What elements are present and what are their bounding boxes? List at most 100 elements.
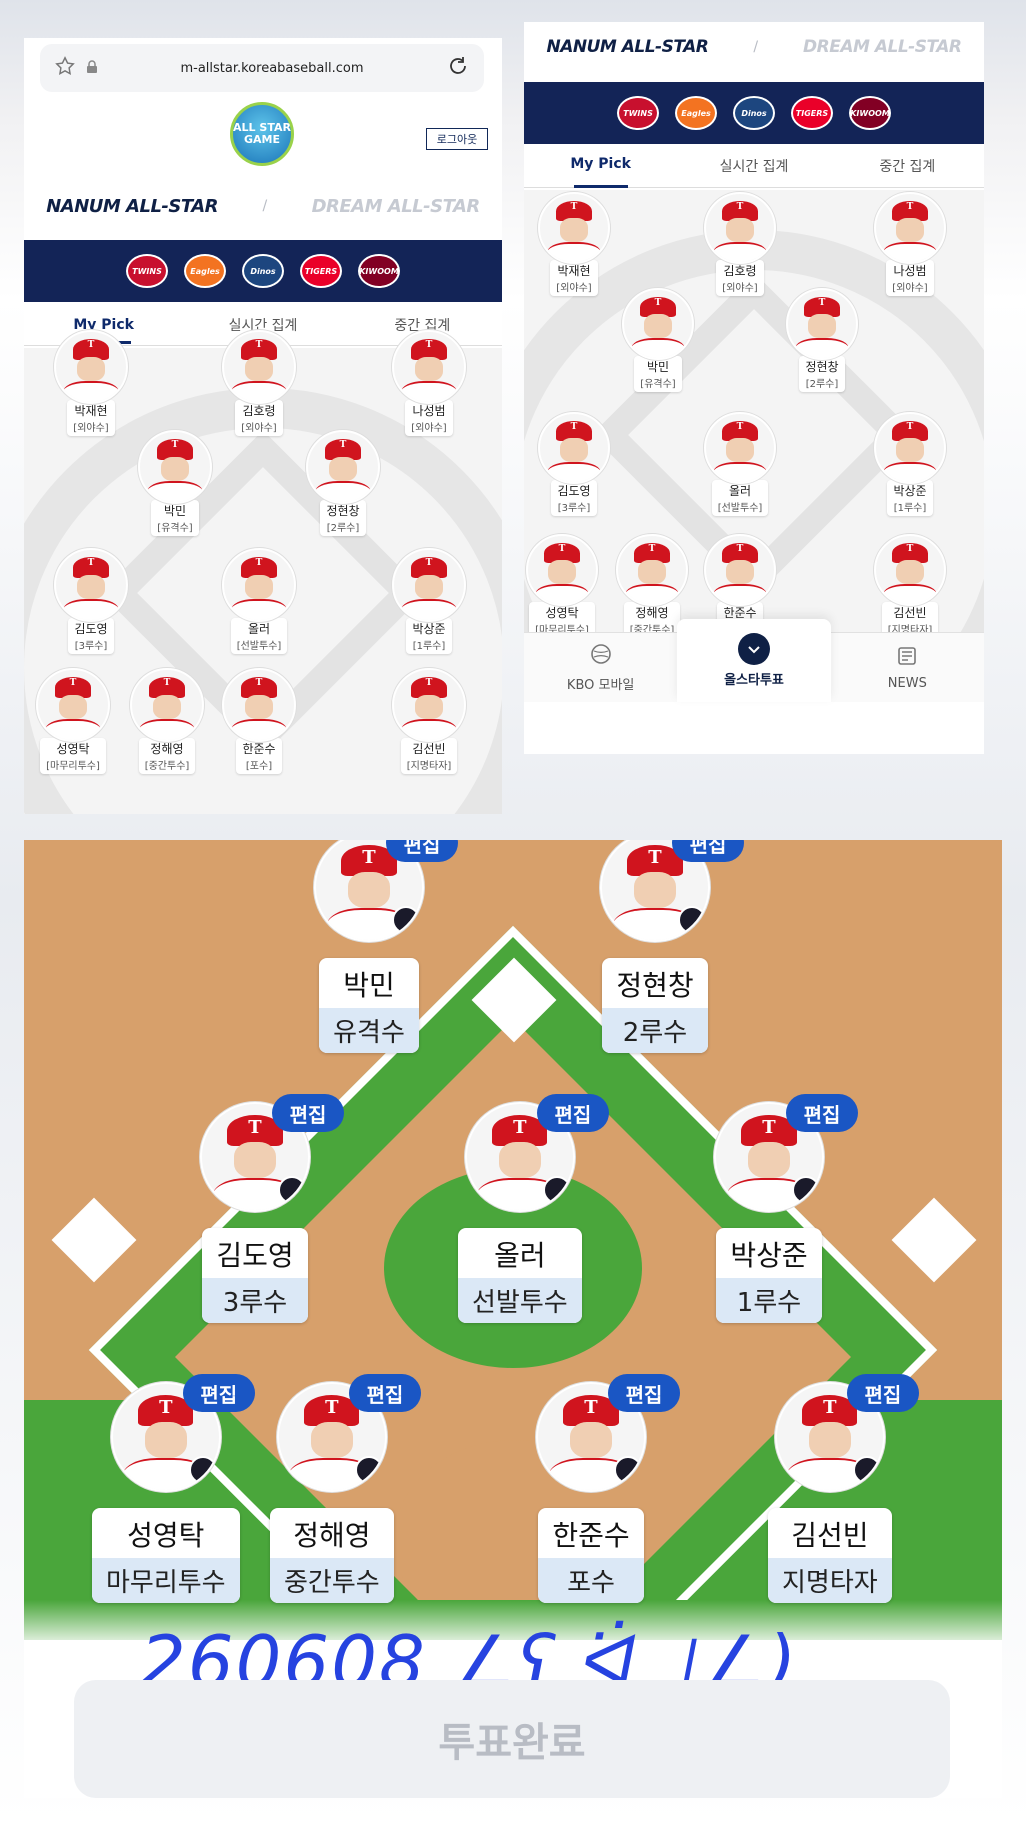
player-card[interactable]: 올러 [선발투수] (704, 412, 776, 516)
lineup-player[interactable]: 편집김도영 3루수 (200, 1094, 344, 1323)
player-card[interactable]: 김호령 [외야수] (704, 192, 776, 296)
player-avatar[interactable] (786, 288, 858, 360)
player-card[interactable]: 김도영 [3루수] (538, 412, 610, 516)
edit-button[interactable]: 편집 (182, 1374, 255, 1412)
player-avatar[interactable] (538, 412, 610, 484)
player-card[interactable]: 김선빈[지명타자] (874, 534, 946, 638)
player-position: [외야수] (411, 423, 447, 434)
player-avatar[interactable] (704, 534, 776, 606)
nav-allstar-vote[interactable]: 올스타투표 (677, 619, 831, 702)
team-eagles-logo[interactable]: Eagles (184, 254, 226, 288)
player-avatar[interactable] (130, 668, 204, 742)
player-avatar[interactable] (538, 192, 610, 264)
player-card[interactable]: 박재현 [외야수] (538, 192, 610, 296)
edit-button[interactable]: 편집 (348, 1374, 421, 1412)
player-avatar[interactable] (526, 534, 598, 606)
player-card[interactable]: 정현창 [2루수] (786, 288, 858, 392)
player-card[interactable]: 성영탁[마무리투수] (526, 534, 598, 638)
player-avatar[interactable] (306, 430, 380, 504)
lineup-player[interactable]: 편집정현창 2루수 (600, 840, 744, 1053)
player-card[interactable]: 박민 [유격수] (622, 288, 694, 392)
team-badge-icon (286, 388, 294, 398)
player-card[interactable]: 한준수 [포수] (222, 668, 296, 774)
team-twins-logo[interactable]: TWINS (126, 254, 168, 288)
tab-nanum-allstar-right[interactable]: NANUM ALL-STAR (546, 37, 708, 57)
player-name-card: 정현창 [2루수] (320, 500, 366, 536)
edit-button[interactable]: 편집 (386, 840, 458, 862)
tab-dream-allstar[interactable]: DREAM ALL-STAR (312, 196, 481, 217)
player-avatar[interactable] (54, 548, 128, 622)
player-avatar[interactable] (392, 330, 466, 404)
team-dinos-logo[interactable]: Dinos (733, 96, 775, 130)
lineup-player[interactable]: 편집박민유격수 (314, 840, 458, 1053)
nav-news[interactable]: NEWS (831, 633, 984, 702)
edit-button[interactable]: 편집 (272, 1094, 344, 1132)
player-avatar[interactable] (704, 412, 776, 484)
tab-my-pick-right[interactable]: My Pick (524, 156, 677, 187)
player-card[interactable]: 성영탁[마무리투수] (36, 668, 110, 774)
player-card[interactable]: 올러 [선발투수] (222, 548, 296, 654)
lineup-player[interactable]: 편집정해영중간투수 (270, 1374, 421, 1603)
tab-interim-count-right[interactable]: 중간 집계 (831, 156, 984, 187)
player-avatar[interactable] (222, 668, 296, 742)
player-card[interactable]: 김도영 [3루수] (54, 548, 128, 654)
player-card[interactable]: 박재현 [외야수] (54, 330, 128, 436)
player-avatar[interactable] (874, 412, 946, 484)
nav-kbo-mobile[interactable]: KBO 모바일 (524, 633, 677, 702)
player-avatar[interactable] (392, 548, 466, 622)
logout-button[interactable]: 로그아웃 (426, 128, 488, 150)
league-divider-right: / (753, 39, 759, 55)
lineup-player[interactable]: 편집박상준 1루수 (714, 1094, 858, 1323)
lineup-player[interactable]: 편집한준수포수 (536, 1374, 680, 1603)
player-card[interactable]: 정현창 [2루수] (306, 430, 380, 536)
player-card[interactable]: 나성범 [외야수] (874, 192, 946, 296)
url-text[interactable]: m-allstar.koreabaseball.com (98, 61, 446, 76)
edit-button[interactable]: 편집 (536, 1094, 609, 1132)
player-avatar[interactable] (622, 288, 694, 360)
lineup-player-name: 김도영 (216, 1239, 294, 1272)
tab-realtime-count-right[interactable]: 실시간 집계 (677, 156, 830, 187)
edit-button[interactable]: 편집 (846, 1374, 919, 1412)
edit-button[interactable]: 편집 (608, 1374, 680, 1412)
player-card[interactable]: 정해영 [중간투수] (130, 668, 204, 774)
lineup-player[interactable]: 편집올러선발투수 (458, 1094, 609, 1323)
lineup-player[interactable]: 편집성영탁마무리투수 (92, 1374, 255, 1603)
team-eagles-logo[interactable]: Eagles (675, 96, 717, 130)
reload-icon[interactable] (446, 54, 470, 82)
player-avatar[interactable] (138, 430, 212, 504)
tab-dream-allstar-right[interactable]: DREAM ALL-STAR (803, 37, 962, 57)
lineup-player-name: 올러 (494, 1239, 546, 1272)
team-badge-icon (936, 468, 944, 478)
player-avatar[interactable] (874, 534, 946, 606)
player-card[interactable]: 나성범 [외야수] (392, 330, 466, 436)
lineup-player[interactable]: 편집김선빈지명타자 (768, 1374, 919, 1603)
team-tigers-logo[interactable]: TIGERS (300, 254, 342, 288)
lineup-player-position: 유격수 (319, 1008, 419, 1053)
edit-button[interactable]: 편집 (786, 1094, 858, 1132)
player-avatar[interactable] (222, 548, 296, 622)
player-avatar[interactable] (616, 534, 688, 606)
player-name: 정현창 (805, 360, 839, 374)
player-avatar[interactable] (54, 330, 128, 404)
team-dinos-logo[interactable]: Dinos (242, 254, 284, 288)
player-avatar[interactable] (392, 668, 466, 742)
team-badge-icon (678, 590, 686, 600)
edit-button[interactable]: 편집 (672, 840, 744, 862)
team-twins-logo[interactable]: TWINS (617, 96, 659, 130)
player-avatar[interactable] (222, 330, 296, 404)
player-card[interactable]: 박상준 [1루수] (874, 412, 946, 516)
star-icon[interactable] (54, 55, 76, 81)
player-card[interactable]: 박상준 [1루수] (392, 548, 466, 654)
team-tigers-logo[interactable]: TIGERS (791, 96, 833, 130)
tab-nanum-allstar[interactable]: NANUM ALL-STAR (46, 196, 218, 217)
player-avatar[interactable] (36, 668, 110, 742)
player-card[interactable]: 박민 [유격수] (138, 430, 212, 536)
player-card[interactable]: 김선빈[지명타자] (392, 668, 466, 774)
team-kiwoom-logo[interactable]: KIWOOM (849, 96, 891, 130)
player-avatar[interactable] (874, 192, 946, 264)
player-avatar[interactable] (704, 192, 776, 264)
team-kiwoom-logo[interactable]: KIWOOM (358, 254, 400, 288)
player-card[interactable]: 김호령 [외야수] (222, 330, 296, 436)
browser-url-bar[interactable]: m-allstar.koreabaseball.com (40, 44, 484, 92)
vote-complete-button[interactable]: 투표완료 (74, 1680, 950, 1798)
